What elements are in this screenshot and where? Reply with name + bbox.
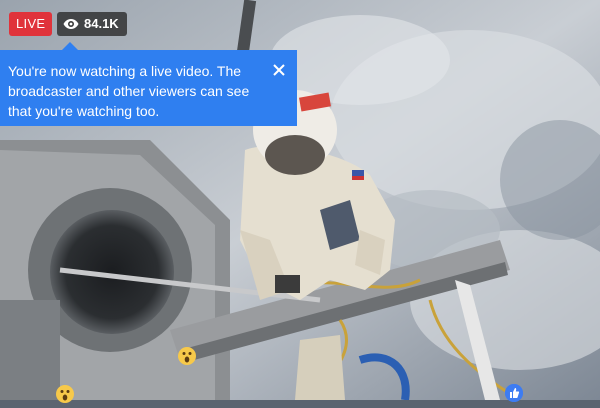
wow-reaction-icon	[56, 385, 74, 403]
live-badge: LIVE	[9, 12, 53, 36]
live-notice-tooltip: You're now watching a live video. The br…	[0, 42, 297, 126]
close-icon[interactable]	[271, 62, 287, 78]
live-badge-label: LIVE	[16, 16, 46, 31]
like-reaction-icon	[505, 384, 523, 402]
tooltip-text: You're now watching a live video. The br…	[8, 63, 250, 119]
wow-reaction-icon	[178, 347, 196, 365]
viewer-count-value: 84.1K	[84, 16, 119, 31]
viewer-count-badge: 84.1K	[57, 12, 127, 36]
eye-icon	[63, 18, 79, 30]
